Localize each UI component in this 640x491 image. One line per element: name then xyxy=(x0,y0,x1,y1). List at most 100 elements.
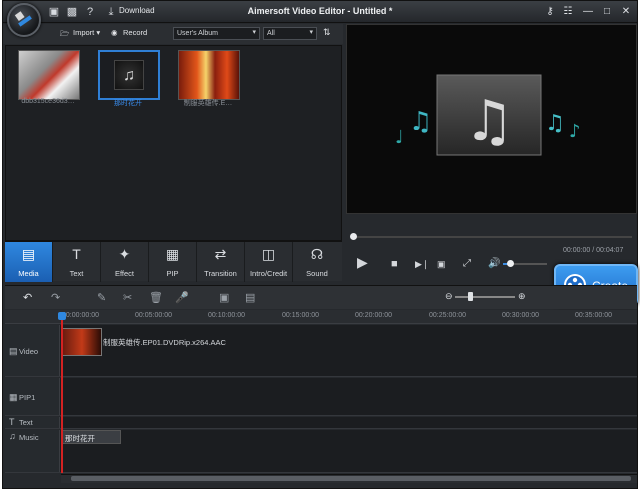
library-item-label: dbb315ce36d3… xyxy=(21,98,75,105)
video-track-header: ▤ Video xyxy=(5,325,60,376)
text-icon: T xyxy=(9,417,15,427)
seek-bar[interactable] xyxy=(346,233,637,240)
ruler-tick: 00:20:00:00 xyxy=(355,312,392,319)
svg-text:♫: ♫ xyxy=(545,111,565,136)
effect-icon: ✦ xyxy=(118,246,131,262)
minimize-button[interactable]: — xyxy=(581,5,595,19)
record-button[interactable]: Record xyxy=(123,28,147,37)
chevron-down-icon: ▾ xyxy=(309,29,313,36)
import-button[interactable]: Import ▾ xyxy=(73,28,100,37)
zoom-out-icon[interactable]: ⊖ xyxy=(445,291,453,302)
chevron-down-icon: ▾ xyxy=(252,29,256,36)
ruler-tick: 00:25:00:00 xyxy=(429,312,466,319)
tab-label: Intro/Credit xyxy=(249,269,288,278)
delete-icon[interactable]: 🗑 xyxy=(149,291,163,305)
undo-icon[interactable]: ↶ xyxy=(23,291,32,305)
zoom-handle[interactable] xyxy=(468,292,473,301)
snapshot-icon[interactable]: ▣ xyxy=(437,257,446,271)
redo-icon[interactable]: ↷ xyxy=(51,291,60,305)
share-icon[interactable]: ▩ xyxy=(65,5,79,19)
tab-label: Effect xyxy=(114,269,135,278)
music-clip[interactable]: 那时花开 xyxy=(61,430,121,444)
tab-label: Transition xyxy=(204,269,237,278)
tab-label: Sound xyxy=(306,269,328,278)
svg-text:♫: ♫ xyxy=(409,107,432,137)
text-track[interactable]: T Text xyxy=(5,417,637,429)
voiceover-icon[interactable]: ▤ xyxy=(245,291,255,305)
category-tabs: ▤ Media T Text ✦ Effect ▦ PIP ⇄ Transiti… xyxy=(5,241,342,282)
cut-icon[interactable]: ✂ xyxy=(123,291,132,305)
zoom-in-icon[interactable]: ⊕ xyxy=(518,291,526,302)
transition-icon: ⇄ xyxy=(214,246,227,262)
crop-icon[interactable]: ▣ xyxy=(219,291,229,305)
timeline-toolbar: ↶ ↷ ✎ ✂ 🗑 🎤 ▣ ▤ xyxy=(5,285,637,309)
folder-icon: 🗁 xyxy=(60,29,70,38)
filter-select[interactable]: All ▾ xyxy=(263,27,317,40)
intro-credit-icon: ◫ xyxy=(261,246,276,262)
tab-sound[interactable]: ☊ Sound xyxy=(293,242,341,282)
fullscreen-icon[interactable]: ⤢ xyxy=(463,257,471,271)
film-icon: ▤ xyxy=(9,346,18,356)
download-link[interactable]: Download xyxy=(119,6,155,15)
help-icon[interactable]: ? xyxy=(83,5,97,19)
library-item-thumbnail[interactable]: ♫ xyxy=(98,50,160,100)
seek-track[interactable] xyxy=(352,236,632,238)
album-select-value: User's Album xyxy=(177,30,219,37)
volume-handle[interactable] xyxy=(507,260,514,267)
pip-icon: ▦ xyxy=(165,246,180,262)
seek-handle[interactable] xyxy=(350,233,357,240)
volume-icon[interactable]: 🔊 xyxy=(488,257,500,271)
tab-intro-credit[interactable]: ◫ Intro/Credit xyxy=(245,242,293,282)
media-toolbar: 🗁 Import ▾ ◉ Record User's Album ▾ All ▾… xyxy=(3,24,343,44)
ruler-tick: 00:00:00:00 xyxy=(62,312,99,319)
save-icon[interactable]: ▣ xyxy=(47,5,61,19)
sort-icon[interactable]: ⇅ xyxy=(323,27,331,38)
library-item-label: 制服英雄传.E… xyxy=(183,100,233,107)
maximize-button[interactable]: □ xyxy=(600,5,614,19)
music-artwork: ♫ ♫ ♩ ♫ ♪ xyxy=(395,74,581,156)
ruler-tick: 00:35:00:00 xyxy=(575,312,612,319)
tab-media[interactable]: ▤ Media xyxy=(5,242,53,282)
ruler-tick: 00:10:00:00 xyxy=(208,312,245,319)
playhead-handle[interactable] xyxy=(58,312,66,320)
microphone-icon[interactable]: 🎤 xyxy=(175,291,189,305)
key-icon[interactable]: ⚷ xyxy=(543,5,557,19)
music-note-icon: ♫ xyxy=(9,431,16,441)
playhead[interactable] xyxy=(61,313,63,473)
pip-track[interactable]: ▦ PIP1 xyxy=(5,378,637,416)
text-track-header: T Text xyxy=(5,417,60,428)
tab-pip[interactable]: ▦ PIP xyxy=(149,242,197,282)
tab-text[interactable]: T Text xyxy=(53,242,101,282)
video-clip-thumbnail[interactable] xyxy=(62,328,102,356)
timeline-scrollbar-thumb[interactable] xyxy=(71,476,631,481)
music-track-header: ♫ Music xyxy=(5,430,60,472)
tab-effect[interactable]: ✦ Effect xyxy=(101,242,149,282)
timecode: 00:00:00 / 00:04:07 xyxy=(563,247,624,254)
pip-track-label: PIP1 xyxy=(19,393,36,402)
close-button[interactable]: ✕ xyxy=(619,5,633,19)
svg-text:♪: ♪ xyxy=(569,121,581,142)
library-item-thumbnail[interactable] xyxy=(18,50,80,100)
pip-icon: ▦ xyxy=(9,392,18,402)
tab-transition[interactable]: ⇄ Transition xyxy=(197,242,245,282)
album-select[interactable]: User's Album ▾ xyxy=(173,27,260,40)
tab-label: PIP xyxy=(166,269,179,278)
video-clip-label[interactable]: 制服英雄传.EP01.DVDRip.x264.AAC xyxy=(103,337,226,348)
ruler-tick: 00:15:00:00 xyxy=(282,312,319,319)
text-track-label: Text xyxy=(19,418,33,427)
tab-label: Media xyxy=(18,269,39,278)
edit-icon[interactable]: ✎ xyxy=(97,291,106,305)
sound-icon: ☊ xyxy=(310,246,324,262)
window-title: Aimersoft Video Editor - Untitled * xyxy=(247,6,393,16)
library-item-label: 那时花开 xyxy=(114,100,142,107)
cart-icon[interactable]: ☷ xyxy=(561,5,575,19)
timeline-ruler[interactable]: 00:00:00:00 00:05:00:00 00:10:00:00 00:1… xyxy=(5,310,637,324)
play-button[interactable]: ▶ xyxy=(357,255,368,269)
record-icon: ◉ xyxy=(111,28,118,37)
text-icon: T xyxy=(72,246,81,262)
library-item-thumbnail[interactable] xyxy=(178,50,240,100)
next-frame-button[interactable]: ▶❘ xyxy=(415,257,429,271)
zoom-slider[interactable] xyxy=(455,296,515,298)
download-icon[interactable]: ⤓ xyxy=(104,5,118,19)
stop-button[interactable]: ■ xyxy=(391,257,398,271)
